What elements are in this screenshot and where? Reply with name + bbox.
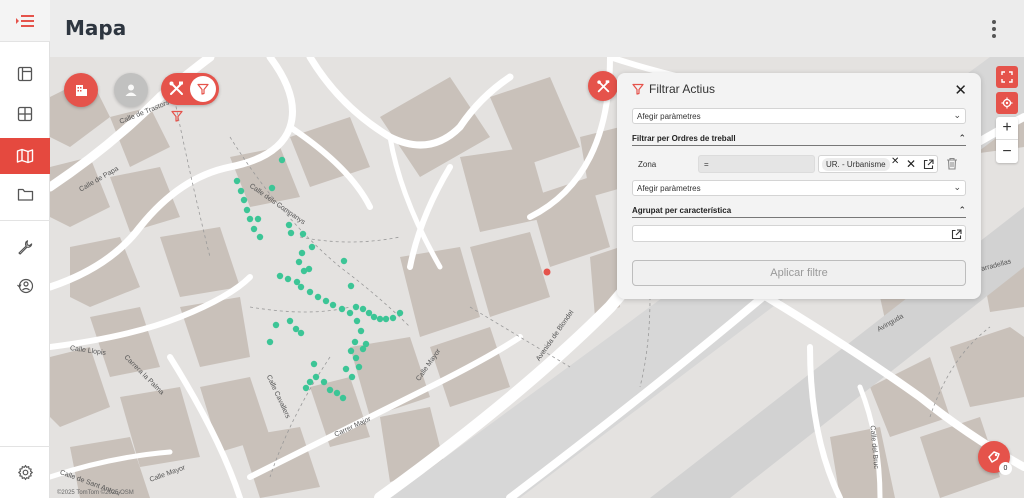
filter-icon [197,83,209,95]
zoom-controls: + − [996,117,1018,163]
kebab-icon [992,20,996,24]
map-icon [16,148,34,164]
add-parameters-select[interactable]: Afegir paràmetres ⌄ [632,108,966,124]
close-panel-button[interactable]: ✕ [954,81,967,99]
menu-collapse-icon [16,14,34,27]
sidebar-item-layout[interactable] [0,56,50,92]
sidebar-item-tools[interactable] [0,229,50,265]
section-grouped-label: Agrupat per característica [632,206,732,215]
clear-value-icon[interactable]: ✕ [906,157,916,171]
chevron-down-icon: ⌄ [953,110,961,120]
notification-icon [987,450,1000,463]
fullscreen-icon [1001,71,1013,83]
filter-button[interactable] [190,76,216,102]
delete-filter-icon[interactable] [946,157,958,170]
building-icon [76,85,87,96]
user-icon [125,84,137,96]
operator-field[interactable]: = [698,155,815,173]
notification-count-badge: 0 [999,462,1012,475]
filter-panel-title: Filtrar Actius [649,82,716,96]
fullscreen-button[interactable] [996,66,1018,88]
chevron-up-icon: ⌃ [958,205,966,215]
work-orders-button[interactable] [588,71,618,101]
chevron-down-icon: ⌄ [953,182,961,192]
sidebar-divider-bottom [0,446,50,447]
app: Mapa Calle de Trastors Calle dels Compan… [0,0,1024,498]
locate-button[interactable] [996,92,1018,114]
sidebar-item-folder[interactable] [0,176,50,212]
tools-icon [169,81,183,95]
sidebar-item-grid[interactable] [0,96,50,132]
value-field[interactable]: UR. - Urbanisme ✕ ✕ [818,155,938,173]
wrench-icon [18,240,33,255]
section-work-orders-label: Filtrar per Ordres de treball [632,134,736,143]
grid-icon [17,106,33,122]
sidebar [0,0,50,498]
chevron-up-icon: ⌃ [958,133,966,143]
apply-filter-button[interactable]: Aplicar filtre [632,260,966,286]
menu-toggle-button[interactable] [0,0,50,42]
tools-icon [596,79,609,92]
close-icon: ✕ [954,82,967,99]
work-orders-filter-toggle[interactable] [161,73,219,105]
locate-icon [1001,97,1013,109]
filter-panel: Filtrar Actius ✕ Afegir paràmetres ⌄ Fil… [617,73,981,299]
value-chip-label: UR. - Urbanisme [826,160,886,169]
notifications-button[interactable]: 0 [978,441,1012,475]
kebab-dot [992,27,996,31]
filter-active-indicator-icon [171,110,183,122]
more-options-button[interactable] [984,18,1004,40]
add-parameters-select-2[interactable]: Afegir paràmetres ⌄ [632,180,966,196]
map-attribution: ©2025 TomTom ©2025 OSM [57,490,134,496]
zoom-in-button[interactable]: + [996,117,1018,140]
open-external-icon[interactable] [923,159,934,170]
user-layer-button[interactable] [114,73,148,107]
layout-icon [17,66,33,82]
user-clock-icon [17,278,34,294]
section-work-orders[interactable]: Filtrar per Ordres de treball ⌃ [632,133,966,146]
page-title: Mapa [65,16,127,40]
grouped-characteristic-field[interactable] [632,225,966,242]
filter-icon [632,83,644,95]
section-grouped[interactable]: Agrupat per característica ⌃ [632,205,966,218]
add-parameters-label: Afegir paràmetres [637,112,701,121]
sidebar-item-settings[interactable] [0,454,50,490]
add-parameters-label-2: Afegir paràmetres [637,184,701,193]
zoom-out-button[interactable]: − [996,140,1018,163]
folder-icon [17,188,33,201]
filter-row-label: Zona [638,160,657,169]
sidebar-divider [0,220,50,221]
top-bar: Mapa [50,0,1024,57]
sidebar-item-map[interactable] [0,138,50,174]
open-external-icon[interactable] [951,229,962,240]
sidebar-item-user-history[interactable] [0,268,50,304]
selected-point [543,268,551,276]
value-chip: UR. - Urbanisme [822,158,890,171]
gear-icon [17,464,33,480]
kebab-dot [992,34,996,38]
chip-remove-icon[interactable]: ✕ [891,156,899,167]
buildings-button[interactable] [64,73,98,107]
